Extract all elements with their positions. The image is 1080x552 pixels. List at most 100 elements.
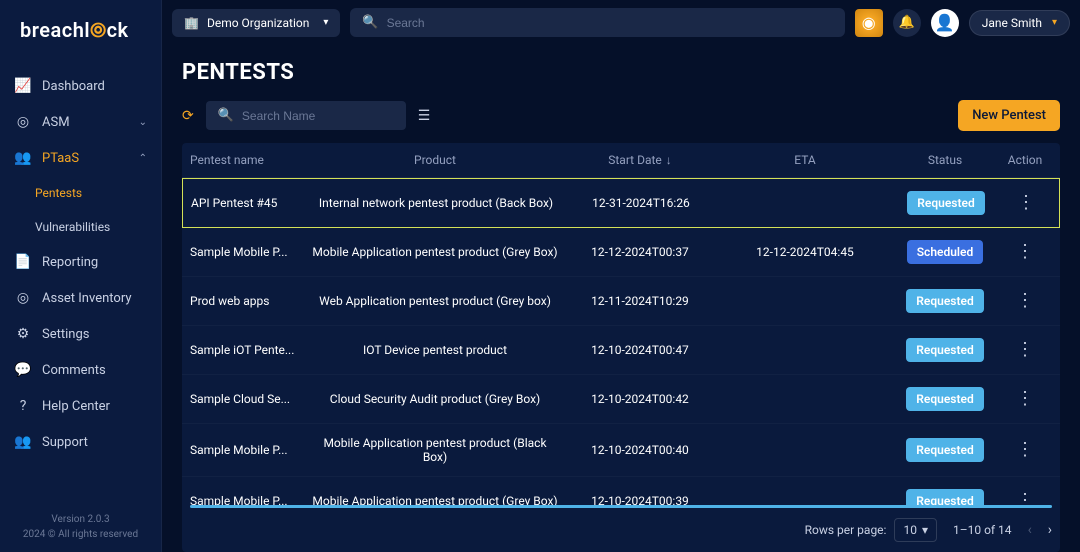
cell-status: Requested xyxy=(890,289,1000,313)
table-row[interactable]: Sample Cloud Se...Cloud Security Audit p… xyxy=(182,375,1060,424)
status-badge: Requested xyxy=(907,191,984,215)
org-label: Demo Organization xyxy=(207,16,309,30)
sidebar-item-help-center[interactable]: ? Help Center xyxy=(0,388,161,424)
fingerprint-icon[interactable]: ◉ xyxy=(855,9,883,37)
prev-page-button[interactable]: ‹ xyxy=(1028,522,1032,538)
sidebar-item-asm[interactable]: ◎ASM⌄ xyxy=(0,104,161,140)
cell-status: Requested xyxy=(890,387,1000,411)
col-eta[interactable]: ETA xyxy=(720,153,890,167)
filter-button[interactable]: ☰ xyxy=(418,108,431,124)
row-actions-button[interactable]: ⋮ xyxy=(1016,339,1034,360)
support-icon: 👥 xyxy=(14,434,32,450)
sidebar-item-settings[interactable]: ⚙Settings xyxy=(0,316,161,352)
asset-inventory-icon: ◎ xyxy=(14,290,32,306)
cell-name: API Pentest #45 xyxy=(191,196,311,210)
asm-icon: ◎ xyxy=(14,114,32,130)
cell-action: ⋮ xyxy=(1001,194,1051,212)
help-center-icon: ? xyxy=(14,398,32,414)
chevron-down-icon: ▾ xyxy=(323,17,328,28)
col-action: Action xyxy=(1000,153,1050,167)
table-row[interactable]: Sample Mobile P...Mobile Application pen… xyxy=(182,477,1060,505)
cell-product: Web Application pentest product (Grey bo… xyxy=(310,294,560,308)
cell-name: Sample Mobile P... xyxy=(190,494,310,505)
cell-product: IOT Device pentest product xyxy=(310,343,560,357)
col-product[interactable]: Product xyxy=(310,153,560,167)
table-search[interactable]: 🔍 xyxy=(206,101,406,130)
sort-down-icon: ↓ xyxy=(666,153,672,167)
avatar[interactable]: 👤 xyxy=(931,9,959,37)
cell-product: Mobile Application pentest product (Grey… xyxy=(310,494,560,505)
global-search-input[interactable] xyxy=(387,16,833,30)
cell-start: 12-10-2024T00:47 xyxy=(560,343,720,357)
cell-start: 12-12-2024T00:37 xyxy=(560,245,720,259)
cell-name: Sample iOT Pente... xyxy=(190,343,310,357)
row-actions-button[interactable]: ⋮ xyxy=(1016,439,1034,460)
sidebar-item-asset-inventory[interactable]: ◎Asset Inventory xyxy=(0,280,161,316)
toolbar: ⟳ 🔍 ☰ New Pentest xyxy=(182,100,1060,131)
nav: 📈Dashboard◎ASM⌄👥PTaaS⌃PentestsVulnerabil… xyxy=(0,60,161,502)
sidebar-item-label: Settings xyxy=(42,327,89,342)
sidebar-item-label: Help Center xyxy=(42,399,110,414)
cell-action: ⋮ xyxy=(1000,441,1050,459)
refresh-button[interactable]: ⟳ xyxy=(182,108,194,124)
notifications-button[interactable]: 🔔 xyxy=(893,9,921,37)
col-start-date[interactable]: Start Date ↓ xyxy=(560,153,720,167)
org-select[interactable]: 🏢 Demo Organization ▾ xyxy=(172,9,340,37)
table-row[interactable]: Prod web appsWeb Application pentest pro… xyxy=(182,277,1060,326)
cell-action: ⋮ xyxy=(1000,492,1050,505)
row-actions-button[interactable]: ⋮ xyxy=(1016,388,1034,409)
new-pentest-button[interactable]: New Pentest xyxy=(958,100,1060,131)
chevron-down-icon: ⌄ xyxy=(139,117,147,128)
brand-logo: breachl⦾ck xyxy=(0,0,161,60)
cell-start: 12-10-2024T00:42 xyxy=(560,392,720,406)
cell-status: Requested xyxy=(890,338,1000,362)
cell-product: Cloud Security Audit product (Grey Box) xyxy=(310,392,560,406)
version-footer: Version 2.0.3 2024 © All rights reserved xyxy=(0,502,161,552)
sidebar-item-dashboard[interactable]: 📈Dashboard xyxy=(0,68,161,104)
sidebar-item-comments[interactable]: 💬 Comments xyxy=(0,352,161,388)
status-badge: Requested xyxy=(906,438,983,462)
cell-start: 12-10-2024T00:39 xyxy=(560,494,720,505)
col-pentest-name[interactable]: Pentest name xyxy=(190,153,310,167)
building-icon: 🏢 xyxy=(184,16,199,30)
cell-start: 12-10-2024T00:40 xyxy=(560,443,720,457)
header: 🏢 Demo Organization ▾ 🔍 ◉ 🔔 👤 Jane Smith… xyxy=(162,0,1080,45)
table-row[interactable]: Sample Mobile P...Mobile Application pen… xyxy=(182,424,1060,477)
cell-action: ⋮ xyxy=(1000,390,1050,408)
sidebar-item-ptaas[interactable]: 👥PTaaS⌃ xyxy=(0,140,161,176)
row-actions-button[interactable]: ⋮ xyxy=(1016,490,1034,505)
search-icon: 🔍 xyxy=(362,15,378,30)
global-search[interactable]: 🔍 xyxy=(350,8,844,37)
ptaas-icon: 👥 xyxy=(14,150,32,166)
sidebar-item-reporting[interactable]: 📄Reporting xyxy=(0,244,161,280)
pentests-table: Pentest name Product Start Date ↓ ETA St… xyxy=(182,143,1060,552)
sidebar-item-label: Vulnerabilities xyxy=(35,220,110,234)
row-actions-button[interactable]: ⋮ xyxy=(1016,241,1034,262)
table-search-input[interactable] xyxy=(242,109,394,123)
page-title: PENTESTS xyxy=(182,60,1060,85)
user-menu[interactable]: Jane Smith ▾ xyxy=(969,10,1070,36)
sidebar-item-vulnerabilities[interactable]: Vulnerabilities xyxy=(0,210,161,244)
row-actions-button[interactable]: ⋮ xyxy=(1017,192,1035,213)
cell-eta: 12-12-2024T04:45 xyxy=(720,245,890,259)
page-size-select[interactable]: 10 ▾ xyxy=(894,518,937,542)
cell-start: 12-11-2024T10:29 xyxy=(560,294,720,308)
table-row[interactable]: Sample Mobile P...Mobile Application pen… xyxy=(182,228,1060,277)
sidebar-item-label: Pentests xyxy=(35,186,82,200)
cell-action: ⋮ xyxy=(1000,292,1050,310)
sidebar-item-support[interactable]: 👥Support xyxy=(0,424,161,460)
status-badge: Scheduled xyxy=(907,240,984,264)
comments-icon: 💬 xyxy=(14,362,32,378)
col-status[interactable]: Status xyxy=(890,153,1000,167)
cell-start: 12-31-2024T16:26 xyxy=(561,196,721,210)
cell-status: Requested xyxy=(891,191,1001,215)
row-actions-button[interactable]: ⋮ xyxy=(1016,290,1034,311)
table-row[interactable]: API Pentest #45Internal network pentest … xyxy=(182,178,1060,228)
table-row[interactable]: Sample iOT Pente...IOT Device pentest pr… xyxy=(182,326,1060,375)
sidebar-item-pentests[interactable]: Pentests xyxy=(0,176,161,210)
sidebar-item-label: PTaaS xyxy=(42,151,79,166)
cell-action: ⋮ xyxy=(1000,341,1050,359)
next-page-button[interactable]: › xyxy=(1048,522,1052,538)
cell-name: Sample Cloud Se... xyxy=(190,392,310,406)
sidebar-item-label: Comments xyxy=(42,363,106,378)
